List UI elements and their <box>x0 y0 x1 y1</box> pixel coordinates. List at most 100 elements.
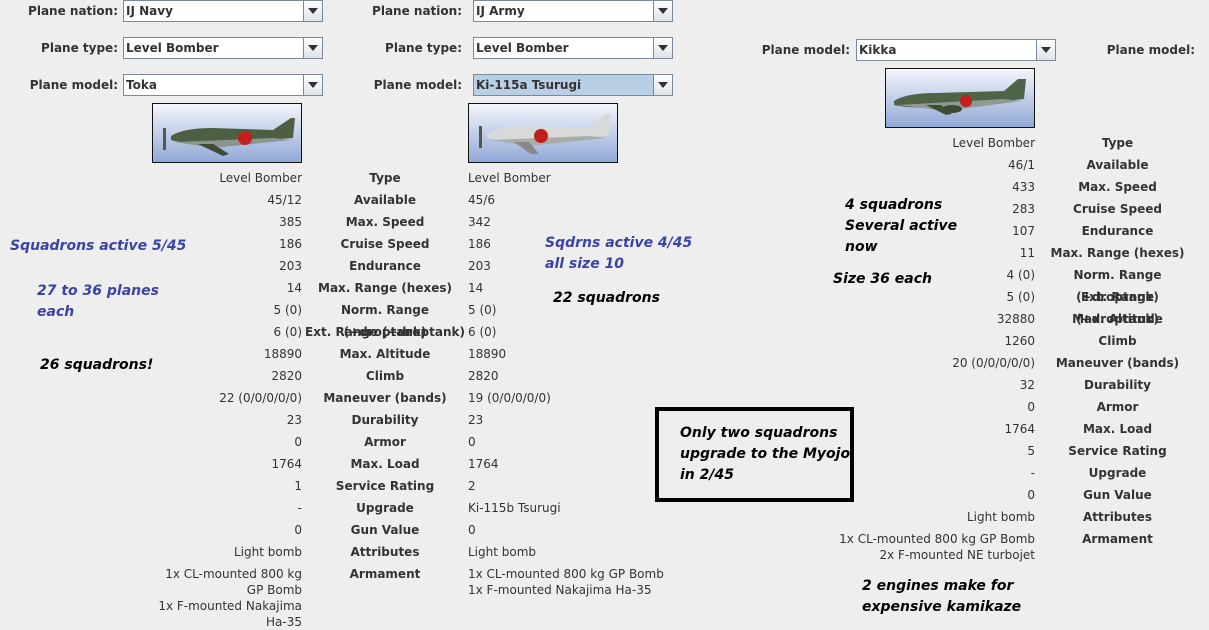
chevron-down-icon[interactable] <box>653 38 672 58</box>
plane-model-label: Plane model: <box>373 78 462 92</box>
chevron-down-icon[interactable] <box>303 38 322 58</box>
stat-value: 18890 <box>468 347 507 361</box>
stat-label: Endurance <box>349 259 421 273</box>
note-size-36: Size 36 each <box>833 271 932 287</box>
stat-labels-center: Type Available Max. Speed Cruise Speed E… <box>305 167 465 585</box>
armament-line: 1x CL-mounted 800 kg GP Bomb <box>839 532 1035 546</box>
stat-value: 45/6 <box>468 193 495 207</box>
stat-label: Service Rating <box>1068 444 1167 458</box>
armament-line: 1x CL-mounted 800 kg GP Bomb <box>468 567 664 581</box>
stat-value: 2820 <box>271 369 302 383</box>
stat-value: Level Bomber <box>952 136 1035 150</box>
stat-label: Armament <box>349 567 421 581</box>
stat-label: Attributes <box>350 545 420 559</box>
note-sqdrns-active: Sqdrns active 4/45 all size 10 <box>545 235 693 272</box>
plane-type-combo[interactable]: Level Bomber <box>123 37 323 59</box>
stat-label: Max. Load <box>350 457 420 471</box>
stat-value: 2820 <box>468 369 499 383</box>
plane-model-label-2: Plane model: <box>1106 43 1195 57</box>
stat-value: 1 <box>294 479 302 493</box>
stat-value: 18890 <box>263 347 302 361</box>
stat-value: 45/12 <box>267 193 302 207</box>
note-22-squadrons: 22 squadrons <box>553 290 660 306</box>
chevron-down-icon[interactable] <box>653 75 672 95</box>
stat-value: - <box>297 501 302 515</box>
stat-label: Max. Range (hexes) <box>318 281 452 295</box>
stat-label: Max. Altitude <box>339 347 431 361</box>
stat-label: Climb <box>365 369 405 383</box>
armament-line: 1x F-mounted Nakajima Ha-35 <box>158 599 302 629</box>
stat-label: Type <box>1101 136 1134 150</box>
note-planes-each: 27 to 36 planes each <box>37 283 159 320</box>
plane-model-combo[interactable]: Toka <box>123 74 323 96</box>
stat-labels-right: Type Available Max. Speed Cruise Speed E… <box>1040 132 1195 550</box>
stat-value: 342 <box>468 215 491 229</box>
stat-label: Climb <box>1098 334 1137 348</box>
armament-value: 1x CL-mounted 800 kg GP Bomb 1x F-mounte… <box>150 563 302 630</box>
plane-model-label: Plane model: <box>761 43 850 57</box>
plane-nation-value: IJ Army <box>476 4 525 18</box>
stat-label: Maneuver (bands) <box>323 391 447 405</box>
stat-value: 0 <box>468 435 476 449</box>
stat-label: Type <box>369 171 401 185</box>
stat-value: 1764 <box>468 457 499 471</box>
tsurugi-plane-image <box>468 103 618 163</box>
stat-value: Light bomb <box>966 510 1035 524</box>
plane-model-label: Plane model: <box>29 78 118 92</box>
stat-value: 32880 <box>996 312 1035 326</box>
stat-value: 0 <box>1027 400 1035 414</box>
stat-value: 1764 <box>1004 422 1035 436</box>
stat-label: Service Rating <box>335 479 435 493</box>
kikka-plane-image <box>885 68 1035 128</box>
chevron-down-icon[interactable] <box>303 75 322 95</box>
plane-nation-value: IJ Navy <box>126 4 173 18</box>
note-two-engines: 2 engines make for expensive kamikaze <box>862 578 1022 615</box>
toka-plane-image <box>152 103 302 163</box>
note-squadrons-active: Squadrons active 5/45 <box>10 238 187 254</box>
stat-label: Ext. Range (+droptank) <box>1076 290 1159 326</box>
note-4-squadrons: 4 squadrons Several active now <box>845 197 958 255</box>
stat-value: 6 (0) <box>273 325 302 339</box>
stat-value: - <box>1030 466 1035 480</box>
armament-line: 2x F-mounted NE turbojet <box>879 548 1035 562</box>
armament-value: 1x CL-mounted 800 kg GP Bomb 1x F-mounte… <box>468 563 668 598</box>
plane-type-label: Plane type: <box>41 41 118 55</box>
plane-nation-combo[interactable]: IJ Army <box>473 0 673 22</box>
armament-line: 1x CL-mounted 800 kg GP Bomb <box>165 567 302 597</box>
stat-value: 14 <box>286 281 302 295</box>
stat-label: Cruise Speed <box>1073 202 1162 216</box>
stat-label: Maneuver (bands) <box>1055 356 1180 370</box>
stat-value: 0 <box>468 523 476 537</box>
stat-label: Ext. Range (+droptank) <box>305 325 465 339</box>
stat-value: 23 <box>468 413 484 427</box>
plane-model-combo[interactable]: Ki-115a Tsurugi <box>473 74 673 96</box>
stat-label: Max. Range (hexes) <box>1050 246 1185 260</box>
stat-label: Max. Altitude <box>1072 312 1163 326</box>
stat-label: Upgrade <box>1088 466 1147 480</box>
stat-value: 32 <box>1019 378 1035 392</box>
stat-label: Cruise Speed <box>340 237 430 251</box>
stat-label: Max. Speed <box>345 215 425 229</box>
stat-label: Gun Value <box>350 523 420 537</box>
stat-label: Attributes <box>1083 510 1152 524</box>
plane-model-value: Toka <box>126 78 157 92</box>
chevron-down-icon[interactable] <box>653 1 672 21</box>
stat-value: Level Bomber <box>219 171 302 185</box>
plane-model-combo[interactable]: Kikka <box>856 39 1056 61</box>
plane-type-label: Plane type: <box>385 41 462 55</box>
stat-label: Max. Speed <box>1078 180 1157 194</box>
plane-type-combo[interactable]: Level Bomber <box>473 37 673 59</box>
stat-label: Norm. Range (+droptank) <box>1073 268 1162 304</box>
stat-label: Armor <box>1096 400 1139 414</box>
note-26-squadrons: 26 squadrons! <box>40 357 154 373</box>
stat-label: Armament <box>1082 532 1153 546</box>
stat-value: 46/1 <box>1008 158 1035 172</box>
stat-value: 2 <box>468 479 476 493</box>
chevron-down-icon[interactable] <box>303 1 322 21</box>
chevron-down-icon[interactable] <box>1036 40 1055 60</box>
stat-label: Norm. Range (+droptank) <box>340 303 430 339</box>
stat-value: 6 (0) <box>468 325 497 339</box>
stat-value: 20 (0/0/0/0/0) <box>952 356 1035 370</box>
plane-model-value: Ki-115a Tsurugi <box>476 78 582 92</box>
plane-nation-combo[interactable]: IJ Navy <box>123 0 323 22</box>
